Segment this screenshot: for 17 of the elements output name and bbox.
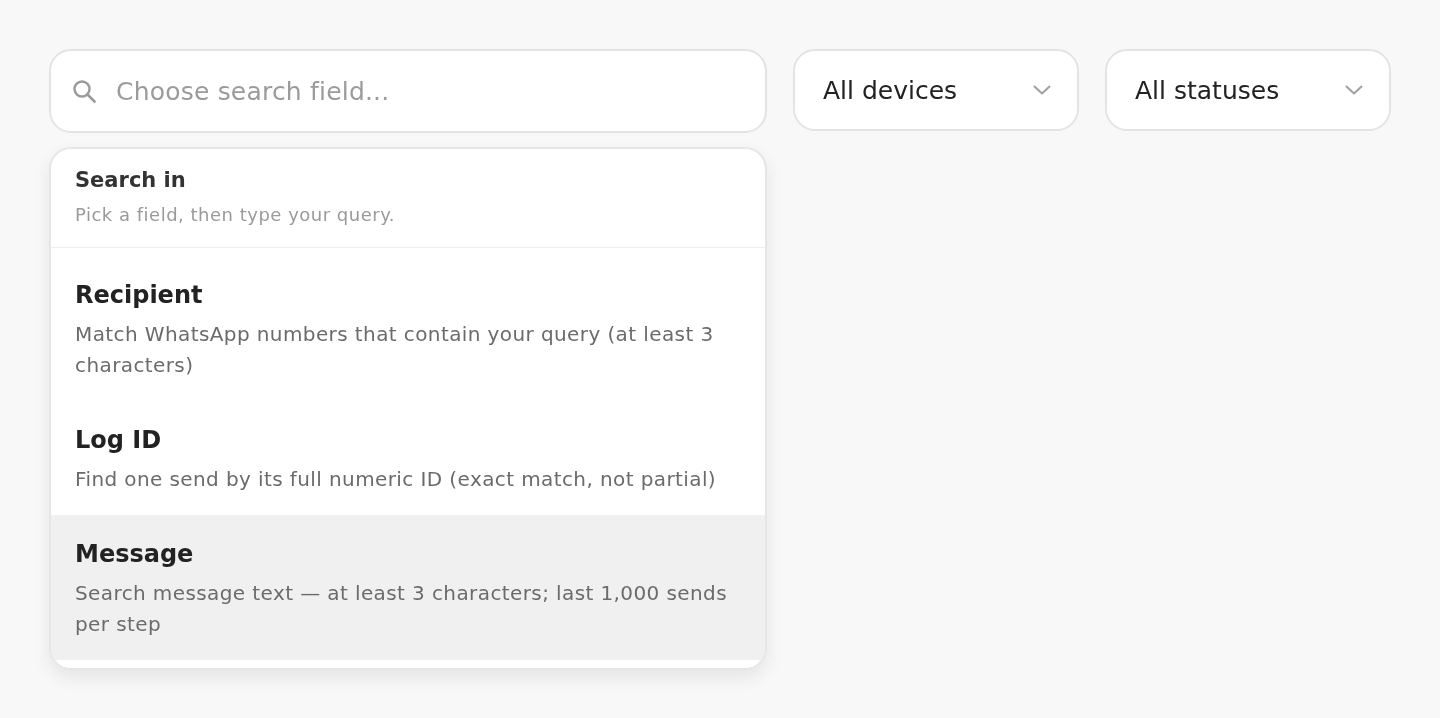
option-title: Recipient: [75, 280, 204, 311]
option-description: Search message text — at least 3 characters; last 1,000 sends per step: [75, 580, 729, 638]
menu-option[interactable]: Log ID Find one send by its full numeric ID (exact match, not partial): [51, 401, 765, 515]
option-title: Log ID: [75, 425, 163, 456]
menu-option[interactable]: Recipient Match WhatsApp numbers that contain your query (at least 3 characters): [51, 256, 765, 401]
menu-option[interactable]: Message Search message text — at least 3 characters; last 1,000 sends per step: [51, 515, 765, 660]
option-description: Find one send by its full numeric ID (exact match, not partial): [75, 466, 718, 493]
chevron-down-icon: [1345, 85, 1363, 95]
menu-hint: Pick a field, then type your query.: [75, 203, 396, 227]
filter-dropdown[interactable]: All statuses: [1105, 49, 1391, 131]
filter-dropdown[interactable]: All devices: [793, 49, 1079, 131]
menu-heading: Search in: [75, 167, 187, 193]
search-icon: [72, 79, 96, 103]
search-field[interactable]: Choose search field...: [49, 49, 767, 133]
option-description: Match WhatsApp numbers that contain your query (at least 3 characters): [75, 321, 715, 379]
option-title: Message: [75, 539, 195, 570]
chevron-down-icon: [1033, 85, 1051, 95]
